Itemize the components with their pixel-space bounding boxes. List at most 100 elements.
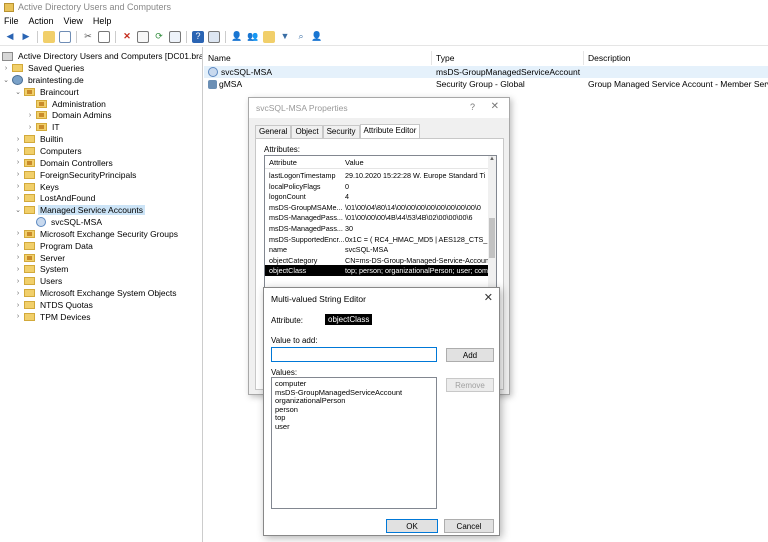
copy-icon[interactable]: [98, 30, 110, 43]
attribute-row[interactable]: msDS-ManagedPass... 30: [265, 223, 490, 234]
attribute-row[interactable]: logonCount 4: [265, 191, 490, 202]
chevron-right-icon[interactable]: ›: [14, 183, 22, 190]
add-group-icon[interactable]: [263, 30, 275, 43]
tab-object[interactable]: Object: [291, 125, 323, 138]
column-header-description[interactable]: Description: [584, 51, 768, 65]
forward-icon[interactable]: ▶: [20, 31, 32, 43]
tree-item[interactable]: › Builtin: [14, 133, 65, 145]
tree-item[interactable]: › Program Data: [14, 240, 95, 252]
up-folder-icon[interactable]: [43, 30, 55, 43]
value-item[interactable]: person: [275, 405, 433, 415]
attribute-row[interactable]: objectCategory CN=ms-DS-Group-Managed-Ser…: [265, 255, 490, 266]
column-header-attribute[interactable]: Attribute: [269, 158, 297, 167]
export-icon[interactable]: [169, 30, 181, 43]
tree-item[interactable]: ⌄ Managed Service Accounts: [14, 204, 146, 216]
attribute-row[interactable]: name svcSQL-MSA: [265, 244, 490, 255]
ok-button[interactable]: OK: [386, 519, 438, 533]
show-tree-icon[interactable]: [59, 30, 71, 43]
chevron-right-icon[interactable]: ›: [14, 278, 22, 285]
list-item[interactable]: gMSA Security Group - Global Group Managed…: [204, 78, 768, 90]
tree-item[interactable]: ⌄ braintesting.de: [2, 74, 86, 86]
tree-item[interactable]: › Microsoft Exchange Security Groups: [14, 228, 180, 240]
chevron-right-icon[interactable]: ›: [14, 290, 22, 297]
delete-icon[interactable]: ✕: [121, 31, 133, 43]
value-item[interactable]: user: [275, 422, 433, 432]
tab-general[interactable]: General: [255, 125, 292, 138]
chevron-down-icon[interactable]: ⌄: [14, 88, 22, 96]
chevron-right-icon[interactable]: ›: [14, 171, 22, 178]
attribute-row[interactable]: lastLogonTimestamp 29.10.2020 15:22:28 W.…: [265, 170, 490, 181]
help-icon[interactable]: ?: [192, 30, 204, 43]
attribute-row[interactable]: msDS-SupportedEncr... 0x1C = ( RC4_HMAC_M…: [265, 234, 490, 245]
chevron-right-icon[interactable]: ›: [2, 65, 10, 72]
scrollbar-thumb[interactable]: [489, 218, 495, 258]
tree-item[interactable]: › Server: [14, 252, 67, 264]
attribute-row[interactable]: localPolicyFlags 0: [265, 181, 490, 192]
tree-item[interactable]: › Keys: [14, 181, 61, 193]
tree-item[interactable]: › NTDS Quotas: [14, 299, 95, 311]
chevron-right-icon[interactable]: ›: [14, 302, 22, 309]
tree-item[interactable]: › Computers: [14, 145, 84, 157]
column-header-value[interactable]: Value: [345, 158, 364, 167]
add-button[interactable]: Add: [446, 348, 494, 362]
tab-security[interactable]: Security: [322, 125, 360, 138]
column-header-type[interactable]: Type: [432, 51, 584, 65]
value-item[interactable]: organizationalPerson: [275, 397, 433, 406]
tree-item[interactable]: › Domain Controllers: [14, 157, 115, 169]
value-to-add-input[interactable]: [271, 347, 437, 362]
add-user-icon[interactable]: 👥: [247, 31, 259, 43]
close-icon[interactable]: ✕: [491, 101, 499, 112]
chevron-right-icon[interactable]: ›: [14, 254, 22, 261]
cut-icon[interactable]: ✂: [82, 31, 94, 43]
chevron-down-icon[interactable]: ⌄: [2, 76, 10, 84]
back-icon[interactable]: ◀: [4, 31, 16, 43]
chevron-right-icon[interactable]: ›: [26, 124, 34, 131]
chevron-right-icon[interactable]: ›: [14, 313, 22, 320]
filter-icon[interactable]: ▼: [279, 31, 291, 43]
list-item[interactable]: svcSQL-MSA msDS-GroupManagedServiceAccoun…: [204, 66, 768, 78]
tree-item[interactable]: Administration: [26, 98, 108, 110]
chevron-right-icon[interactable]: ›: [14, 159, 22, 166]
users-icon[interactable]: 👤: [231, 31, 243, 43]
column-header-name[interactable]: Name: [204, 51, 432, 65]
menu-action[interactable]: Action: [29, 16, 54, 26]
cancel-button[interactable]: Cancel: [444, 519, 494, 533]
values-list[interactable]: computer msDS-GroupManagedServiceAccount o…: [271, 377, 437, 509]
refresh-icon[interactable]: ⟳: [153, 31, 165, 43]
tree-item[interactable]: › Users: [14, 275, 64, 287]
menu-help[interactable]: Help: [93, 16, 112, 26]
tree-item[interactable]: svcSQL-MSA: [26, 216, 104, 228]
tree-item[interactable]: › Microsoft Exchange System Objects: [14, 287, 179, 299]
tree-item[interactable]: › IT: [26, 121, 62, 133]
tree-item[interactable]: › Saved Queries: [2, 62, 86, 74]
properties-icon[interactable]: [137, 30, 149, 43]
menu-view[interactable]: View: [64, 16, 83, 26]
remove-button[interactable]: Remove: [446, 378, 494, 392]
attribute-row[interactable]: msDS-GroupMSAMe... \01\00\04\80\14\00\00\…: [265, 202, 490, 213]
tree-item[interactable]: › System: [14, 263, 70, 275]
add-to-group-icon[interactable]: 👤: [311, 31, 323, 43]
help-button[interactable]: ?: [470, 102, 475, 112]
chevron-right-icon[interactable]: ›: [14, 195, 22, 202]
chevron-right-icon[interactable]: ›: [14, 266, 22, 273]
menu-file[interactable]: File: [4, 16, 19, 26]
tree-item[interactable]: › LostAndFound: [14, 192, 97, 204]
chevron-right-icon[interactable]: ›: [14, 230, 22, 237]
chevron-right-icon[interactable]: ›: [26, 112, 34, 119]
tree-item[interactable]: › ForeignSecurityPrincipals: [14, 169, 138, 181]
value-item[interactable]: top: [275, 414, 433, 423]
tab-attribute-editor[interactable]: Attribute Editor: [359, 124, 421, 138]
tree-root[interactable]: Active Directory Users and Computers [DC…: [2, 50, 202, 62]
tree-item[interactable]: › TPM Devices: [14, 311, 93, 323]
close-icon[interactable]: ✕: [484, 291, 493, 304]
find-icon[interactable]: ⌕: [295, 31, 307, 43]
tree-item[interactable]: ⌄ Braincourt: [14, 86, 81, 98]
chevron-right-icon[interactable]: ›: [14, 147, 22, 154]
attribute-row[interactable]: msDS-ManagedPass... \01\00\00\00\4B\44\53…: [265, 212, 490, 223]
tree-item[interactable]: › Domain Admins: [26, 109, 114, 121]
chevron-right-icon[interactable]: ›: [14, 242, 22, 249]
chevron-down-icon[interactable]: ⌄: [14, 206, 22, 214]
scroll-up-icon[interactable]: ▲: [488, 156, 496, 162]
console-icon[interactable]: [208, 30, 220, 43]
chevron-right-icon[interactable]: ›: [14, 136, 22, 143]
